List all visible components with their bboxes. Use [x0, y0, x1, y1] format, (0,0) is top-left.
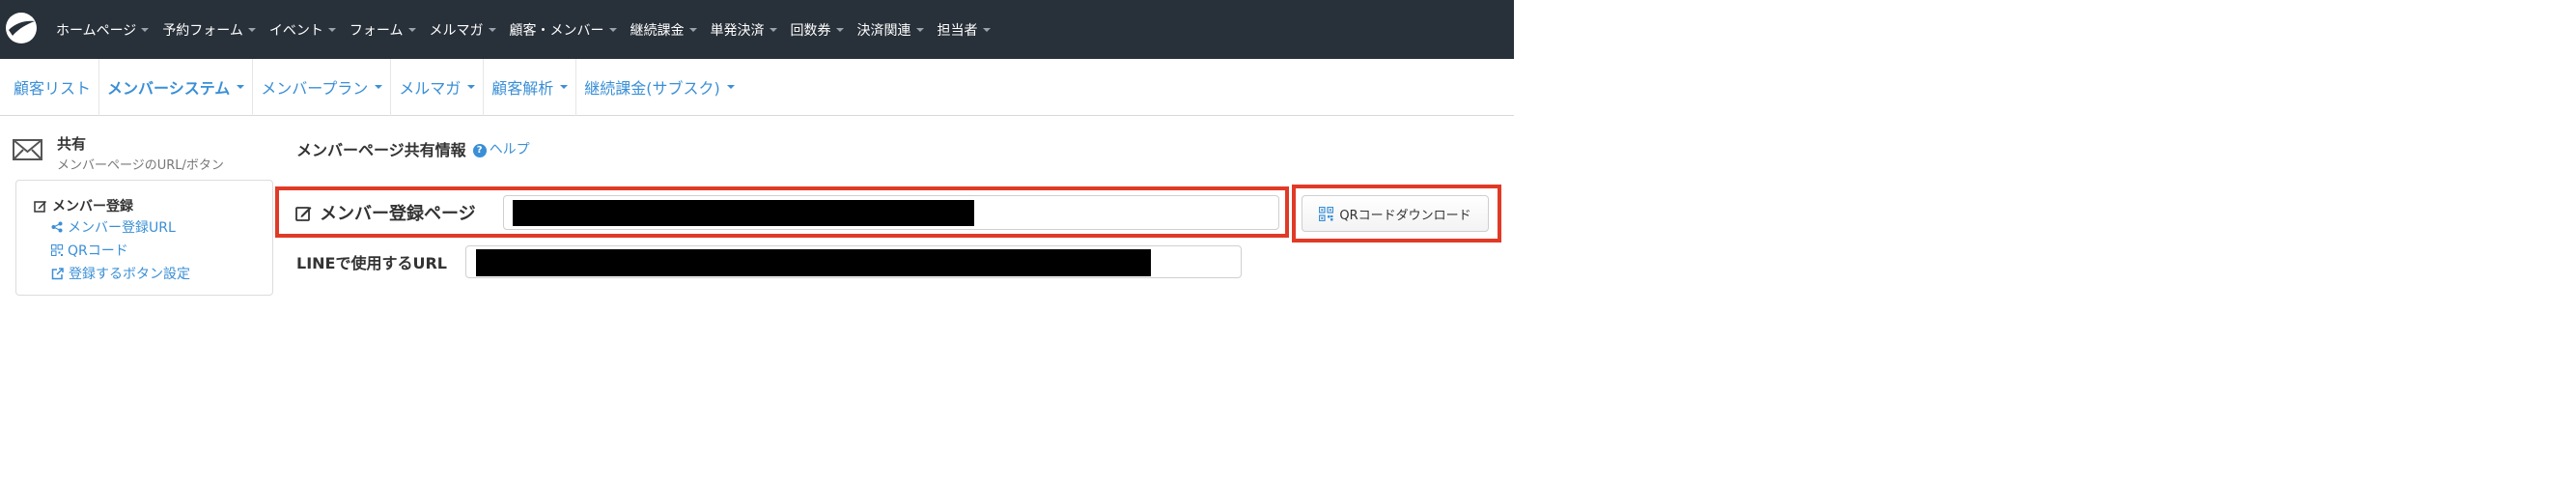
sidebar-menu-box: メンバー登録 メンバー登録URL QRコード 登録するボタン設定	[15, 180, 273, 296]
sidebar-link-register-button-settings[interactable]: 登録するボタン設定	[51, 264, 190, 283]
subnav-item-subscription[interactable]: 継続課金(サブスク)	[576, 59, 742, 116]
subnav-item-member-system[interactable]: メンバーシステム	[99, 58, 254, 116]
redacted-url	[476, 249, 1151, 276]
sidebar-group-member-registration: メンバー登録	[34, 196, 133, 215]
chevron-down-icon	[915, 27, 924, 32]
topnav-item-single-payment[interactable]: 単発決済	[711, 20, 777, 40]
share-icon	[51, 221, 63, 233]
topnav-item-label: 決済関連	[856, 22, 911, 39]
subnav-item-label: 顧客解析	[491, 79, 554, 98]
chevron-down-icon	[488, 27, 496, 32]
line-url-label: LINEで使用するURL	[296, 254, 447, 272]
topnav-item-event[interactable]: イベント	[269, 20, 336, 40]
help-link-label: ヘルプ	[489, 142, 530, 157]
chevron-down-icon	[688, 27, 697, 32]
chevron-down-icon	[237, 85, 245, 89]
topnav-item-form[interactable]: フォーム	[350, 20, 416, 40]
edit-icon	[295, 207, 312, 221]
qr-download-button-label: QRコードダウンロード	[1339, 208, 1471, 223]
envelope-icon	[13, 139, 42, 160]
section-title: メンバーページ共有情報 ? ヘルプ	[296, 137, 530, 160]
chevron-down-icon	[608, 27, 617, 32]
topnav-item-label: ホームページ	[56, 22, 137, 39]
app-logo-icon[interactable]	[5, 12, 38, 44]
redacted-url	[513, 200, 974, 226]
top-navbar: ホームページ 予約フォーム イベント フォーム メルマガ 顧客・メンバー 継続課…	[0, 0, 1514, 59]
register-page-label-text: メンバー登録ページ	[320, 204, 476, 224]
line-url-field[interactable]	[465, 245, 1242, 278]
chevron-down-icon	[247, 27, 256, 32]
chevron-down-icon	[726, 85, 735, 89]
help-link[interactable]: ? ヘルプ	[472, 139, 530, 158]
topnav-item-label: 顧客・メンバー	[509, 22, 604, 39]
chevron-down-icon	[407, 27, 416, 32]
external-link-icon	[51, 267, 64, 279]
topnav-item-homepage[interactable]: ホームページ	[56, 20, 150, 40]
question-circle-icon: ?	[472, 143, 487, 157]
register-url-field[interactable]	[503, 195, 1279, 230]
sidebar-header: 共有 メンバーページのURL/ボタン	[12, 132, 272, 173]
subnav-item-member-plan[interactable]: メンバープラン	[253, 58, 392, 116]
topnav-item-payment-related[interactable]: 決済関連	[857, 20, 924, 40]
topnav-item-coupon-tickets[interactable]: 回数券	[791, 20, 844, 40]
subnav-item-label: メンバーシステム	[107, 79, 231, 98]
chevron-down-icon	[982, 27, 991, 32]
subnav-item-label: メンバープラン	[261, 79, 369, 98]
chevron-down-icon	[375, 85, 383, 89]
topnav-item-mailmag[interactable]: メルマガ	[430, 20, 496, 40]
section-title-text: メンバーページ共有情報	[296, 141, 466, 159]
topnav-item-reservation-form[interactable]: 予約フォーム	[162, 20, 256, 40]
edit-icon	[34, 201, 46, 213]
sidebar-group-label: メンバー登録	[52, 199, 133, 214]
topnav-item-label: イベント	[268, 22, 323, 39]
chevron-down-icon	[327, 27, 336, 32]
subnav-item-label: 継続課金(サブスク)	[584, 79, 720, 98]
qr-download-button[interactable]: QRコードダウンロード	[1302, 195, 1489, 232]
sub-navbar: 顧客リスト メンバーシステム メンバープラン メルマガ 顧客解析 継続課金(サブ…	[0, 58, 1514, 116]
sidebar-subtitle: メンバーページのURL/ボタン	[57, 158, 224, 173]
subnav-item-customer-list[interactable]: 顧客リスト	[0, 58, 100, 116]
chevron-down-icon	[769, 27, 777, 32]
topnav-item-label: 担当者	[937, 22, 978, 39]
sidebar-link-member-registration-url[interactable]: メンバー登録URL	[51, 217, 176, 237]
topnav-item-recurring-billing[interactable]: 継続課金	[630, 20, 697, 40]
topnav-item-label: メルマガ	[429, 22, 484, 39]
subnav-item-label: メルマガ	[399, 79, 462, 98]
sidebar-link-label: QRコード	[68, 243, 128, 259]
top-nav-menu: ホームページ 予約フォーム イベント フォーム メルマガ 顧客・メンバー 継続課…	[56, 0, 1004, 59]
sidebar-link-label: メンバー登録URL	[68, 220, 176, 236]
topnav-item-label: 回数券	[790, 22, 831, 39]
subnav-item-label: 顧客リスト	[14, 79, 92, 98]
qr-icon	[51, 244, 63, 256]
topnav-item-customers-members[interactable]: 顧客・メンバー	[510, 20, 617, 40]
sidebar-title: 共有	[57, 135, 87, 153]
chevron-down-icon	[560, 85, 569, 89]
subnav-item-mailmag[interactable]: メルマガ	[391, 58, 485, 116]
sidebar-link-label: 登録するボタン設定	[69, 267, 190, 282]
subnav-item-customer-analysis[interactable]: 顧客解析	[484, 58, 577, 116]
topnav-item-label: 予約フォーム	[162, 22, 243, 39]
sidebar-link-qr-code[interactable]: QRコード	[51, 241, 128, 260]
chevron-down-icon	[467, 85, 476, 89]
topnav-item-label: 継続課金	[630, 22, 685, 39]
chevron-down-icon	[141, 27, 150, 32]
chevron-down-icon	[835, 27, 844, 32]
qr-icon	[1319, 206, 1334, 221]
topnav-item-label: 単発決済	[710, 22, 765, 39]
register-page-label: メンバー登録ページ	[295, 200, 476, 225]
topnav-item-label: フォーム	[349, 22, 404, 39]
topnav-item-staff[interactable]: 担当者	[938, 20, 991, 40]
